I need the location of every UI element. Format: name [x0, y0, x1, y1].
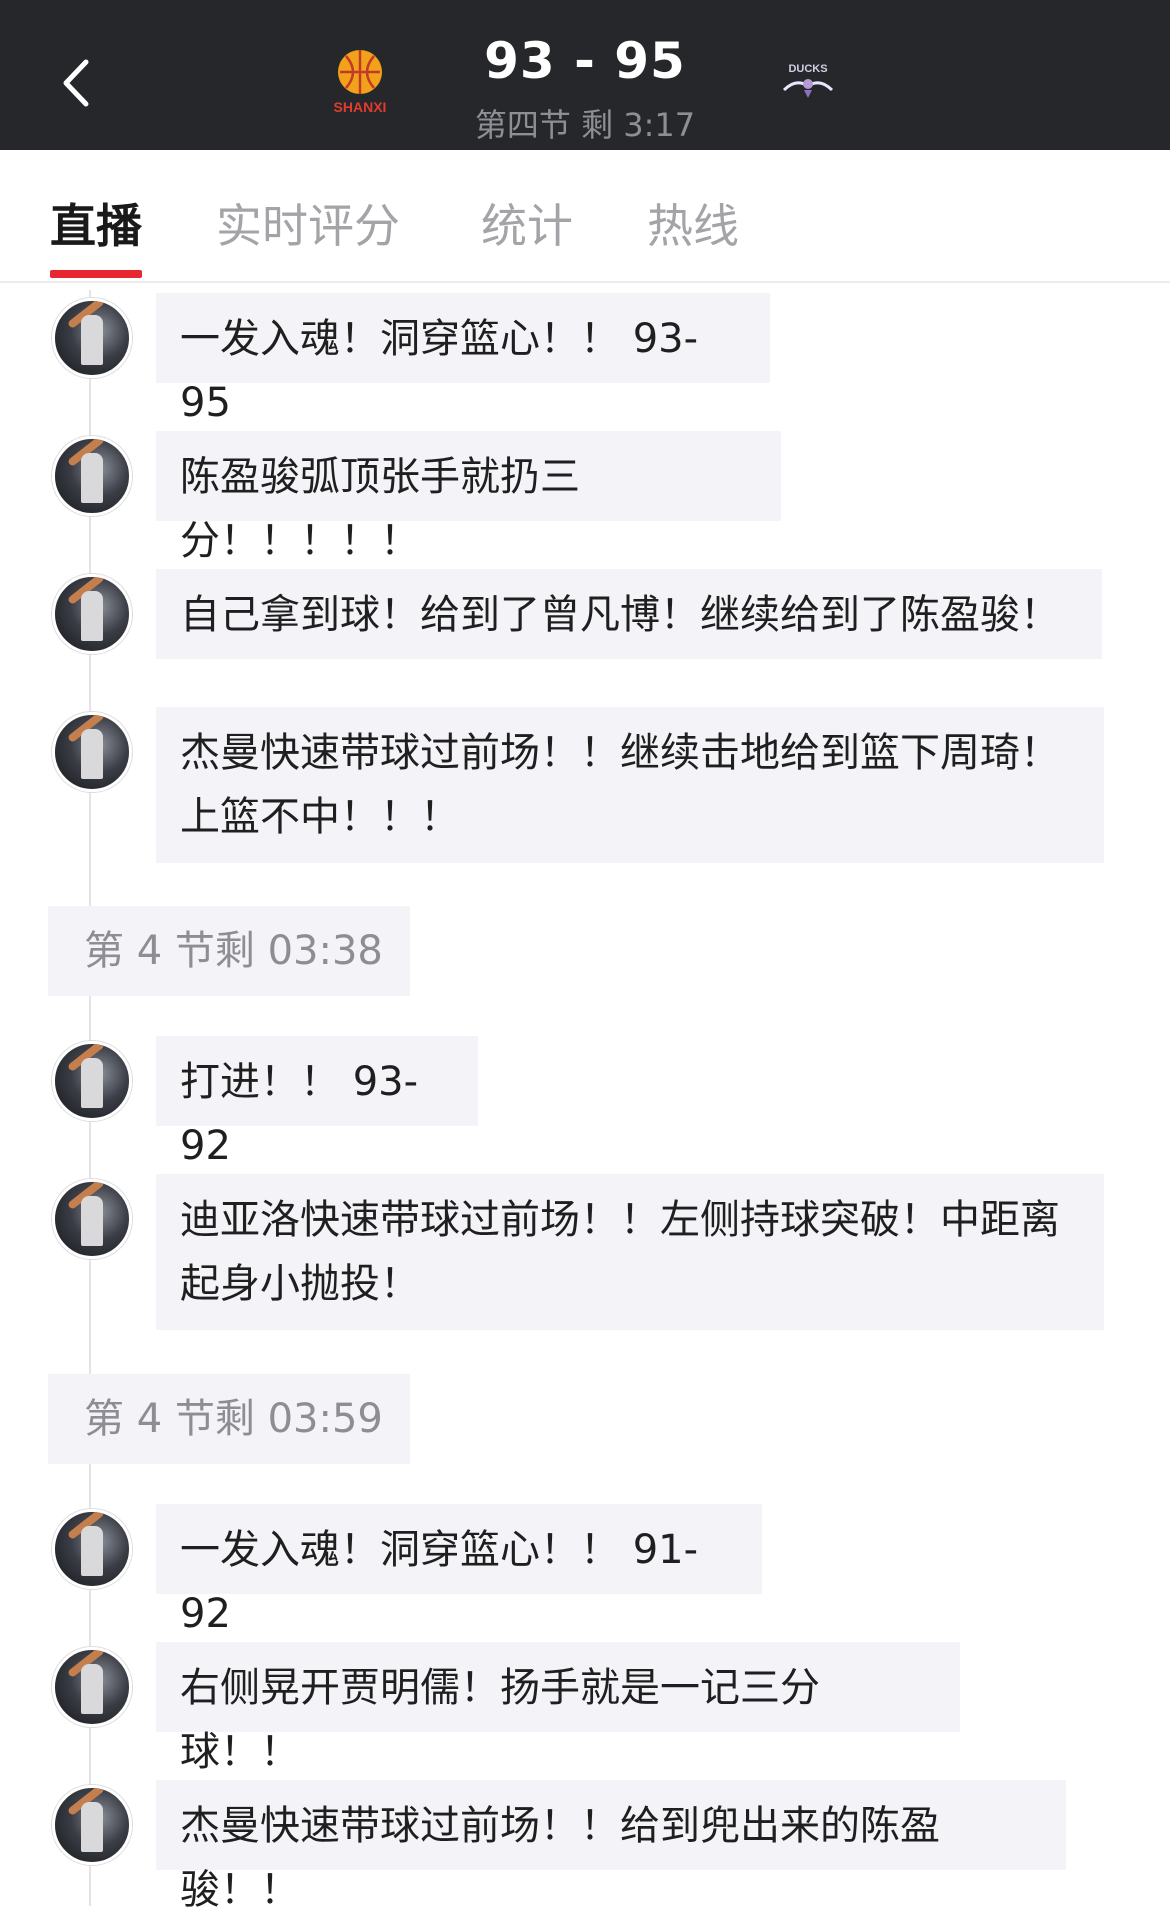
- commentator-avatar: [52, 1509, 132, 1589]
- commentator-avatar: [52, 298, 132, 378]
- message-text: 上篮不中！！！: [180, 794, 460, 840]
- message-text: 右侧晃开贾明儒！扬手就是一记三分球！！: [180, 1665, 820, 1775]
- commentator-avatar: [52, 574, 132, 654]
- commentator-avatar: [52, 1179, 132, 1259]
- feed-message: 一发入魂！洞穿篮心！！ 93-95: [156, 293, 770, 426]
- message-text: 杰曼快速带球过前场！！给到兜出来的陈盈骏！！: [180, 1803, 940, 1913]
- message-text: 打进！！ 93-92: [180, 1059, 419, 1169]
- feed-message: 自己拿到球！给到了曾凡博！继续给到了陈盈骏！: [156, 569, 1102, 659]
- commentator-avatar: [52, 1785, 132, 1865]
- feed-message: 杰曼快速带球过前场！！继续击地给到篮下周琦！ 上篮不中！！！: [156, 707, 1104, 863]
- commentator-avatar: [52, 1647, 132, 1727]
- message-text: 自己拿到球！给到了曾凡博！继续给到了陈盈骏！: [180, 592, 1060, 638]
- message-text: 起身小抛投！: [180, 1261, 420, 1307]
- feed-message: 陈盈骏弧顶张手就扔三分！！！！！: [156, 431, 781, 564]
- message-text: 一发入魂！洞穿篮心！！ 91-92: [180, 1527, 699, 1637]
- time-marker: 第 4 节剩 03:38: [48, 906, 410, 996]
- feed-message: 一发入魂！洞穿篮心！！ 91-92: [156, 1504, 762, 1637]
- feed-message: 迪亚洛快速带球过前场！！左侧持球突破！中距离 起身小抛投！: [156, 1174, 1104, 1330]
- time-marker: 第 4 节剩 03:59: [48, 1374, 410, 1464]
- live-feed[interactable]: 一发入魂！洞穿篮心！！ 93-95 陈盈骏弧顶张手就扔三分！！！！！ 自己拿到球…: [0, 0, 1170, 1913]
- commentator-avatar: [52, 436, 132, 516]
- message-text: 陈盈骏弧顶张手就扔三分！！！！！: [180, 454, 580, 564]
- commentator-avatar: [52, 712, 132, 792]
- message-text: 迪亚洛快速带球过前场！！左侧持球突破！中距离: [180, 1197, 1060, 1243]
- message-text: 一发入魂！洞穿篮心！！ 93-95: [180, 316, 699, 426]
- feed-message: 右侧晃开贾明儒！扬手就是一记三分球！！: [156, 1642, 960, 1775]
- commentator-avatar: [52, 1041, 132, 1121]
- feed-message: 杰曼快速带球过前场！！给到兜出来的陈盈骏！！: [156, 1780, 1066, 1913]
- feed-message: 打进！！ 93-92: [156, 1036, 478, 1169]
- message-text: 杰曼快速带球过前场！！继续击地给到篮下周琦！: [180, 730, 1060, 776]
